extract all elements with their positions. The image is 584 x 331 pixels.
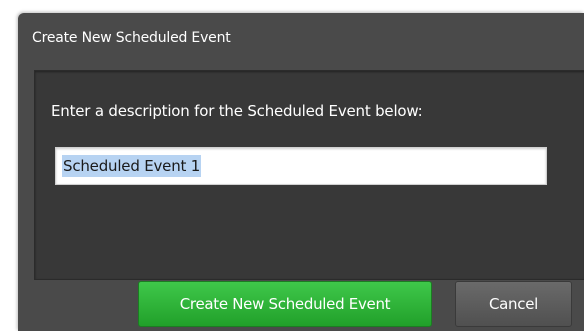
create-scheduled-event-dialog: Create New Scheduled Event Enter a descr…: [18, 13, 584, 331]
description-input[interactable]: Scheduled Event 1: [55, 147, 547, 185]
cancel-button[interactable]: Cancel: [455, 281, 572, 327]
dialog-title: Create New Scheduled Event: [32, 30, 231, 46]
description-input-value: Scheduled Event 1: [62, 155, 202, 177]
create-scheduled-event-button[interactable]: Create New Scheduled Event: [138, 281, 432, 327]
description-prompt: Enter a description for the Scheduled Ev…: [51, 102, 423, 120]
description-panel: Enter a description for the Scheduled Ev…: [34, 70, 584, 280]
